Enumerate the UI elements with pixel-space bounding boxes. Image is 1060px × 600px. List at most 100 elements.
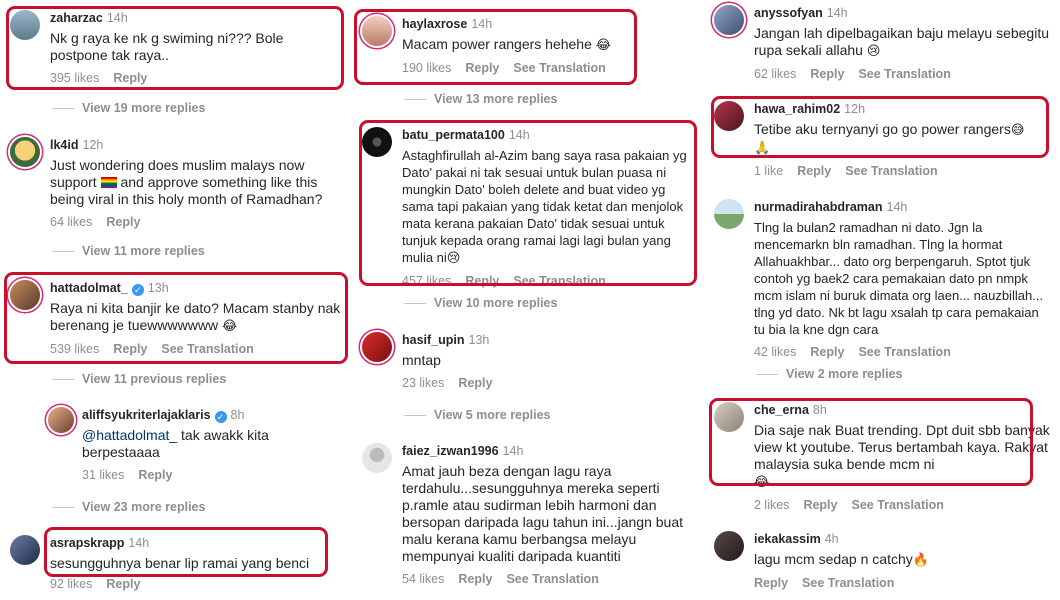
- comments-column-2: haylaxrose 14h Macam power rangers hehehe…: [352, 0, 700, 600]
- mention-link[interactable]: @hattadolmat_: [82, 427, 177, 443]
- reply-button[interactable]: Reply: [754, 576, 788, 590]
- timestamp: 14h: [502, 444, 524, 458]
- reply-button[interactable]: Reply: [138, 468, 172, 482]
- view-more-replies[interactable]: View 13 more replies: [404, 92, 557, 106]
- reply-button[interactable]: Reply: [465, 61, 499, 75]
- see-translation-button[interactable]: See Translation: [802, 576, 894, 590]
- comment-hawa-rahim02: hawa_rahim02 12h Tetibe aku ternyanyi go …: [714, 101, 1044, 178]
- reply-button[interactable]: Reply: [810, 67, 844, 81]
- avatar[interactable]: [10, 10, 40, 40]
- comment-text: Jangan lah dipelbagaikan baju melayu seb…: [754, 25, 1049, 59]
- comment-text: Just wondering does muslim malays now su…: [50, 157, 323, 207]
- comment-text: Nk g raya ke nk g swiming ni??? Bole pos…: [50, 30, 284, 63]
- username[interactable]: faiez_izwan1996: [402, 444, 499, 458]
- avatar[interactable]: [362, 16, 392, 46]
- avatar[interactable]: [714, 199, 744, 229]
- likes-count[interactable]: 62 likes: [754, 67, 796, 81]
- see-translation-button[interactable]: See Translation: [513, 274, 605, 288]
- timestamp: 14h: [508, 128, 530, 142]
- username[interactable]: hawa_rahim02: [754, 102, 840, 116]
- username[interactable]: haylaxrose: [402, 17, 467, 31]
- avatar[interactable]: [10, 280, 40, 310]
- reply-divider: [52, 379, 74, 381]
- avatar[interactable]: [714, 5, 744, 35]
- view-more-replies[interactable]: View 10 more replies: [404, 296, 557, 310]
- fire-emoji-icon: 🔥: [912, 553, 929, 568]
- comment-zaharzac: zaharzac 14h Nk g raya ke nk g swiming ni…: [10, 10, 342, 85]
- comment-text: Dia saje nak Buat trending. Dpt duit sbb…: [754, 422, 1050, 490]
- timestamp: 8h: [230, 408, 245, 422]
- likes-count[interactable]: 457 likes: [402, 274, 451, 288]
- username[interactable]: hasif_upin: [402, 333, 465, 347]
- username[interactable]: iekakassim: [754, 532, 821, 546]
- view-more-replies[interactable]: View 5 more replies: [404, 408, 551, 422]
- comment-text: Macam power rangers hehehe 😂: [402, 36, 611, 53]
- reply-button[interactable]: Reply: [106, 215, 140, 229]
- reply-button[interactable]: Reply: [458, 572, 492, 586]
- reply-button[interactable]: Reply: [810, 345, 844, 359]
- likes-count[interactable]: 395 likes: [50, 71, 99, 85]
- timestamp: 12h: [82, 138, 104, 152]
- likes-count[interactable]: 190 likes: [402, 61, 451, 75]
- reply-button[interactable]: Reply: [113, 71, 147, 85]
- likes-count[interactable]: 2 likes: [754, 498, 789, 512]
- avatar[interactable]: [362, 127, 392, 157]
- likes-count[interactable]: 54 likes: [402, 572, 444, 586]
- avatar[interactable]: [714, 402, 744, 432]
- timestamp: 13h: [147, 281, 169, 295]
- timestamp: 8h: [812, 403, 827, 417]
- username[interactable]: batu_permata100: [402, 128, 505, 142]
- avatar[interactable]: [362, 332, 392, 362]
- see-translation-button[interactable]: See Translation: [851, 498, 943, 512]
- reply-divider: [52, 108, 74, 110]
- sad-emoji-icon: 😢: [866, 44, 881, 59]
- avatar[interactable]: [10, 535, 40, 565]
- username[interactable]: che_erna: [754, 403, 809, 417]
- reply-button[interactable]: Reply: [797, 164, 831, 178]
- comment-text: Tetibe aku ternyanyi go go power rangers…: [754, 121, 1025, 156]
- view-more-replies[interactable]: View 23 more replies: [52, 500, 205, 514]
- likes-count[interactable]: 92 likes: [50, 577, 92, 591]
- likes-count[interactable]: 539 likes: [50, 342, 99, 356]
- username[interactable]: anyssofyan: [754, 6, 823, 20]
- comment-text: Raya ni kita banjir ke dato? Macam stanb…: [50, 300, 341, 334]
- reply-button[interactable]: Reply: [803, 498, 837, 512]
- comment-hattadolmat: hattadolmat_ ✓ 13h Raya ni kita banjir ke …: [10, 280, 342, 356]
- reply-divider: [52, 251, 74, 253]
- reply-button[interactable]: Reply: [106, 577, 140, 591]
- view-previous-replies[interactable]: View 11 previous replies: [52, 372, 226, 386]
- avatar[interactable]: [714, 101, 744, 131]
- username[interactable]: nurmadirahabdraman: [754, 200, 883, 214]
- see-translation-button[interactable]: See Translation: [513, 61, 605, 75]
- username[interactable]: asrapskrapp: [50, 536, 124, 550]
- likes-count[interactable]: 42 likes: [754, 345, 796, 359]
- avatar[interactable]: [714, 531, 744, 561]
- likes-count[interactable]: 23 likes: [402, 376, 444, 390]
- view-more-replies[interactable]: View 2 more replies: [756, 367, 903, 381]
- reply-button[interactable]: Reply: [113, 342, 147, 356]
- comment-haylaxrose: haylaxrose 14h Macam power rangers hehehe…: [362, 16, 690, 76]
- likes-count[interactable]: 64 likes: [50, 215, 92, 229]
- username[interactable]: zaharzac: [50, 11, 103, 25]
- see-translation-button[interactable]: See Translation: [506, 572, 598, 586]
- reply-button[interactable]: Reply: [458, 376, 492, 390]
- see-translation-button[interactable]: See Translation: [161, 342, 253, 356]
- reply-button[interactable]: Reply: [465, 274, 499, 288]
- username[interactable]: lk4id: [50, 138, 79, 152]
- username[interactable]: aliffsyukriterlajaklaris: [82, 408, 211, 422]
- see-translation-button[interactable]: See Translation: [858, 345, 950, 359]
- timestamp: 14h: [471, 17, 493, 31]
- view-more-replies[interactable]: View 19 more replies: [52, 101, 205, 115]
- username[interactable]: hattadolmat_: [50, 281, 128, 295]
- avatar[interactable]: [362, 443, 392, 473]
- view-more-replies[interactable]: View 11 more replies: [52, 244, 205, 258]
- timestamp: 14h: [106, 11, 128, 25]
- likes-count[interactable]: 31 likes: [82, 468, 124, 482]
- likes-count[interactable]: 1 like: [754, 164, 783, 178]
- avatar[interactable]: [48, 407, 74, 433]
- see-translation-button[interactable]: See Translation: [845, 164, 937, 178]
- see-translation-button[interactable]: See Translation: [858, 67, 950, 81]
- comment-iekakassim: iekakassim 4h lagu mcm sedap n catchy🔥 Re…: [714, 531, 1052, 591]
- avatar[interactable]: [10, 137, 40, 167]
- laughing-emoji-icon: 😂: [754, 475, 770, 490]
